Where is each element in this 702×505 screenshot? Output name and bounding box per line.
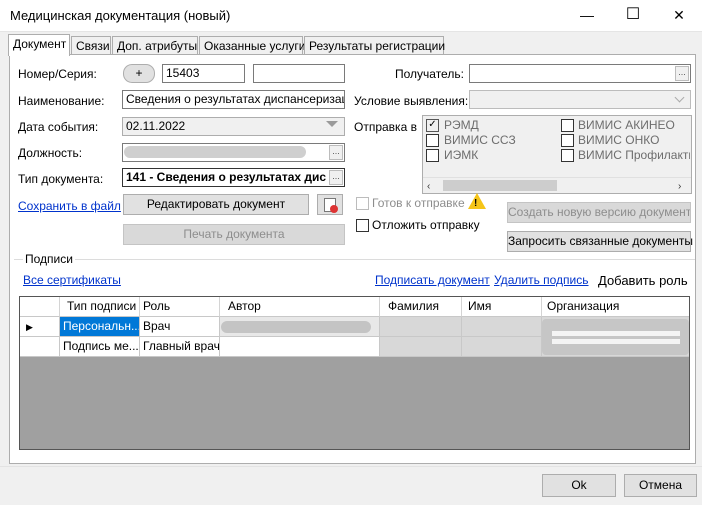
signatures-table: Тип подписи Роль Автор Фамилия Имя Орган… [19,296,690,450]
recipient-browse-button[interactable]: ... [675,66,689,81]
send-to-label: Отправка в [354,120,417,134]
edit-document-button[interactable]: Редактировать документ [123,194,309,215]
tab-extra-attributes[interactable]: Доп. атрибуты [112,36,198,55]
number-label: Номер/Серия: [18,67,97,81]
postpone-send-checkbox[interactable] [356,219,369,232]
redacted-author [221,321,371,333]
minimize-icon[interactable]: — [564,0,610,32]
table-cell-type[interactable]: Персональн... [60,317,140,337]
column-header-firstname[interactable]: Имя [462,297,542,317]
send-target-label: РЭМД [444,118,479,132]
tab-registration-results[interactable]: Результаты регистрации [304,36,445,55]
send-target-label: ИЭМК [444,148,479,162]
column-header-author[interactable]: Автор [220,297,380,317]
date-label: Дата события: [18,120,99,134]
warning-mark: ! [474,198,478,209]
ok-button[interactable]: Ok [542,474,616,497]
table-cell-lastname[interactable] [380,317,462,337]
postpone-send-label: Отложить отправку [372,218,480,232]
ready-to-send-label: Готов к отправке [372,196,465,210]
row-pointer-icon: ▶ [26,322,33,332]
table-cell-role[interactable]: Врач [140,317,220,337]
checkbox [426,134,439,147]
column-header-lastname[interactable]: Фамилия [380,297,462,317]
close-icon[interactable]: ✕ [656,0,702,32]
pdf-icon [324,198,338,213]
send-target-label: ВИМИС ОНКО [578,133,660,147]
recipient-label: Получатель: [395,67,464,81]
checkbox [561,119,574,132]
check-icon: ✓ [426,119,439,132]
window-title: Медицинская документация (новый) [10,8,231,23]
all-certificates-link[interactable]: Все сертификаты [23,273,121,287]
date-input[interactable]: 02.11.2022 [122,117,345,136]
signatures-group-label: Подписи [23,252,75,266]
condition-label: Условие выявления: [354,94,469,108]
column-header-type[interactable]: Тип подписи [60,297,140,317]
print-document-button[interactable]: Печать документа [123,224,345,245]
add-role-button[interactable]: Добавить роль [598,273,688,288]
checkbox [561,134,574,147]
new-version-button[interactable]: Создать новую версию документ [507,202,691,223]
footer-divider [0,466,702,467]
column-header-role[interactable]: Роль [140,297,220,317]
checkbox [426,149,439,162]
title-bar: Медицинская документация (новый) — ☐ ✕ [0,0,702,32]
table-header-corner [20,297,60,317]
doctype-label: Тип документа: [18,172,104,186]
checkbox [561,149,574,162]
calendar-dropdown-icon[interactable] [326,121,338,127]
number-input[interactable]: 15403 [162,64,245,83]
row-header[interactable]: ▶ [20,317,60,337]
pdf-export-button[interactable] [317,194,343,215]
name-label: Наименование: [18,94,105,108]
recipient-input[interactable] [469,64,691,83]
position-browse-button[interactable]: ... [329,145,343,160]
table-cell-firstname[interactable] [462,337,542,357]
scrollbar-thumb[interactable] [443,180,557,191]
sign-document-link[interactable]: Подписать документ [375,273,490,287]
column-header-organization[interactable]: Организация [542,297,689,317]
request-related-button[interactable]: Запросить связанные документы [507,231,693,252]
add-number-button[interactable]: + [123,64,155,83]
cancel-button[interactable]: Отмена [624,474,697,497]
tab-links[interactable]: Связи [71,36,111,55]
send-target-label: ВИМИС ССЗ [444,133,516,147]
table-cell-lastname[interactable] [380,337,462,357]
maximize-icon[interactable]: ☐ [610,0,656,32]
position-label: Должность: [18,146,83,160]
row-header[interactable] [20,337,60,357]
redacted-position [124,146,306,158]
redacted-organization [542,319,689,355]
table-cell-firstname[interactable] [462,317,542,337]
send-target-label: ВИМИС АКИНЕО [578,118,675,132]
scroll-left-icon[interactable]: ‹ [427,181,430,192]
save-to-file-link[interactable]: Сохранить в файл [18,199,121,213]
condition-select[interactable] [469,90,691,109]
tab-services[interactable]: Оказанные услуги [199,36,305,55]
scroll-right-icon[interactable]: › [678,181,681,192]
series-input[interactable] [253,64,345,83]
table-cell-type[interactable]: Подпись ме... [60,337,140,357]
tab-document[interactable]: Документ [8,34,70,56]
table-cell-role[interactable]: Главный врач [140,337,220,357]
name-input[interactable]: Сведения о результатах диспансеризации [122,90,345,109]
doctype-input[interactable]: 141 - Сведения о результатах дис [122,168,345,187]
horizontal-scrollbar[interactable]: ‹ › [423,177,691,193]
table-cell-author[interactable] [220,337,380,357]
doctype-browse-button[interactable]: ... [329,170,343,185]
send-target-label: ВИМИС Профилактик [578,148,690,162]
ready-to-send-checkbox[interactable] [356,197,369,210]
delete-signature-link[interactable]: Удалить подпись [494,273,589,287]
